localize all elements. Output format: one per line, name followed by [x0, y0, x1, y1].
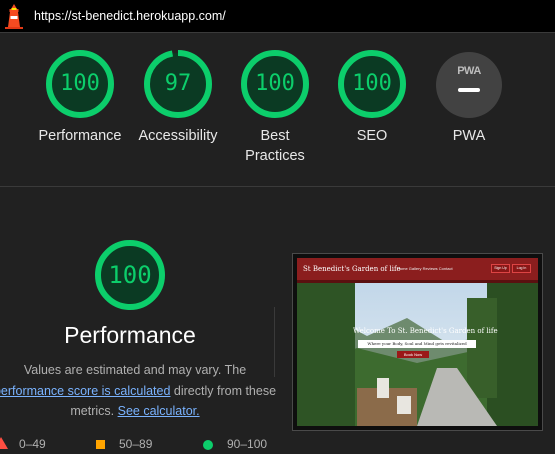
performance-title: Performance [64, 322, 196, 348]
best-practices-score: 100 [255, 71, 295, 96]
accessibility-label[interactable]: Accessibility [123, 126, 233, 146]
section-divider [0, 186, 555, 187]
site-login-button: Log In [512, 264, 531, 273]
seo-gauge[interactable]: 100 [337, 49, 407, 119]
best-practices-gauge[interactable]: 100 [240, 49, 310, 119]
pwa-label[interactable]: PWA [414, 126, 524, 146]
fail-triangle-icon [0, 437, 8, 449]
site-book-now-button: Book Now [397, 351, 429, 358]
legend-pass-range: 90–100 [227, 437, 268, 451]
performance-description: Values are estimated and may vary. The p… [0, 360, 280, 422]
pass-circle-icon [203, 440, 213, 450]
seo-score: 100 [352, 71, 392, 96]
legend-fail-range: 0–49 [19, 437, 46, 451]
performance-gauge[interactable]: 100 [45, 49, 115, 119]
lighthouse-icon [5, 4, 23, 29]
average-square-icon [96, 440, 105, 449]
performance-score: 100 [60, 71, 100, 96]
performance-detail-score: 100 [108, 261, 152, 289]
pwa-dash-icon [458, 88, 480, 92]
page-url[interactable]: https://st-benedict.herokuapp.com/ [34, 9, 226, 23]
performance-detail-gauge: 100 [94, 239, 166, 311]
desc-text-1: Values are estimated and may vary. The [23, 363, 247, 377]
top-bar: https://st-benedict.herokuapp.com/ [0, 0, 555, 33]
site-title: St Benedict's Garden of life [303, 265, 401, 273]
site-tagline: Where your Body, Soul and Mind gets revi… [358, 340, 476, 348]
score-calculated-link[interactable]: performance score is calculated [0, 384, 170, 398]
see-calculator-link[interactable]: See calculator. [118, 404, 200, 418]
accessibility-score: 97 [164, 71, 192, 96]
site-signup-button: Sign Up [491, 264, 510, 273]
performance-label[interactable]: Performance [25, 126, 135, 146]
accessibility-gauge[interactable]: 97 [143, 49, 213, 119]
pwa-gauge[interactable]: PWA [436, 52, 502, 118]
vertical-divider [274, 307, 275, 377]
legend-average-range: 50–89 [119, 437, 153, 451]
site-nav-links: Home Gallery Reviews Contact [397, 266, 453, 271]
seo-label[interactable]: SEO [317, 126, 427, 146]
site-welcome-heading: Welcome To St. Benedict's Garden of life [353, 327, 498, 335]
best-practices-label[interactable]: Best Practices [220, 126, 330, 166]
pwa-badge-icon: PWA [457, 65, 481, 77]
